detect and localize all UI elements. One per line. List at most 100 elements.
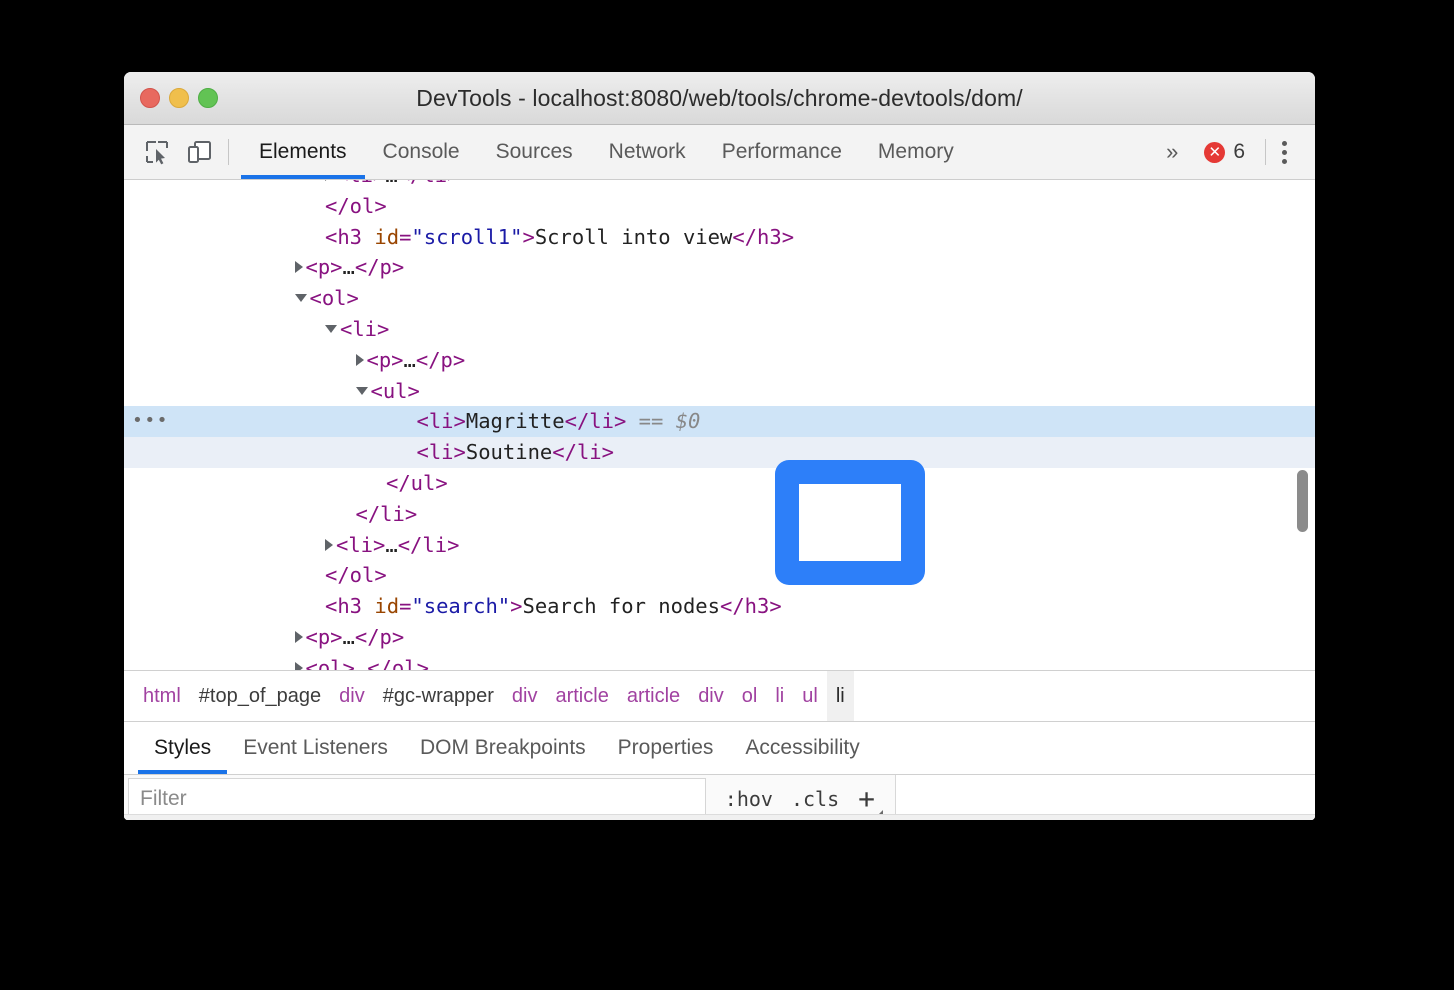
- breadcrumb-item-label: article: [555, 685, 608, 708]
- dom-tree-row[interactable]: </li>: [124, 499, 1315, 530]
- tab-accessibility-label: Accessibility: [745, 736, 859, 760]
- dom-tree-row[interactable]: •••<li>Magritte</li> == $0: [124, 406, 1315, 437]
- dom-token-tag: >: [510, 594, 522, 618]
- dom-token-val: "scroll1": [411, 225, 522, 249]
- breadcrumb-item-10[interactable]: ul: [793, 671, 827, 721]
- chevron-right-icon[interactable]: [356, 354, 364, 366]
- dom-tree-row[interactable]: <ul>: [124, 376, 1315, 407]
- screenshot-stage: DevTools - localhost:8080/web/tools/chro…: [0, 0, 1454, 990]
- breadcrumb-item-11[interactable]: li: [827, 671, 854, 721]
- breadcrumb-item-label: #gc-wrapper: [383, 685, 494, 708]
- chevron-right-icon[interactable]: [295, 631, 303, 643]
- tab-dom-breakpoints[interactable]: DOM Breakpoints: [404, 722, 602, 774]
- dom-tree-row[interactable]: <p>…</p>: [124, 622, 1315, 653]
- dom-tree-panel[interactable]: <li>…</li></ol><h3 id="scroll1">Scroll i…: [124, 180, 1315, 670]
- dom-token-txt: …: [385, 533, 397, 557]
- vertical-scrollbar[interactable]: [1297, 470, 1308, 532]
- dom-token-tag: <p>: [306, 625, 343, 649]
- breadcrumb-item-2[interactable]: div: [330, 671, 374, 721]
- tab-sources[interactable]: Sources: [478, 125, 591, 179]
- hov-toggle[interactable]: :hov: [716, 787, 782, 811]
- inspect-element-icon[interactable]: [136, 131, 178, 173]
- dom-tree-row[interactable]: <li>Soutine</li>: [124, 437, 1315, 468]
- dom-tree-row[interactable]: <p>…</p>: [124, 252, 1315, 283]
- dom-token-tag: =: [399, 225, 411, 249]
- dom-token-txt: …: [404, 348, 416, 372]
- tab-console[interactable]: Console: [365, 125, 478, 179]
- devtools-toolbar: Elements Console Sources Network Perform…: [124, 125, 1315, 180]
- tab-dom-breakpoints-label: DOM Breakpoints: [420, 736, 586, 760]
- devtools-window: DevTools - localhost:8080/web/tools/chro…: [124, 72, 1315, 820]
- dom-tree-row[interactable]: <ol>…</ol>: [124, 653, 1315, 670]
- breadcrumb-item-label: #top_of_page: [199, 685, 321, 708]
- kebab-menu-icon[interactable]: [1272, 141, 1301, 164]
- dom-token-txt: …: [385, 180, 397, 187]
- dom-tree-row[interactable]: <h3 id="scroll1">Scroll into view</h3>: [124, 222, 1315, 253]
- chevron-down-icon[interactable]: [356, 387, 368, 395]
- chevron-right-icon[interactable]: [295, 261, 303, 273]
- dom-token-val: "search": [411, 594, 510, 618]
- tab-network[interactable]: Network: [591, 125, 704, 179]
- dom-tree-row[interactable]: <li>: [124, 314, 1315, 345]
- breadcrumb-item-5[interactable]: article: [546, 671, 617, 721]
- breadcrumb-item-7[interactable]: div: [689, 671, 733, 721]
- minimize-button[interactable]: [169, 88, 189, 108]
- dom-token-txt: Search for nodes: [523, 594, 720, 618]
- chevron-right-icon[interactable]: [325, 539, 333, 551]
- chevron-down-icon[interactable]: [325, 325, 337, 333]
- tab-elements[interactable]: Elements: [241, 125, 365, 179]
- breadcrumb-item-label: ul: [802, 685, 818, 708]
- device-toolbar-icon[interactable]: [178, 131, 220, 173]
- tab-styles-label: Styles: [154, 736, 211, 760]
- dom-token-tag: <ul>: [371, 379, 420, 403]
- cls-toggle[interactable]: .cls: [782, 787, 848, 811]
- dom-token-txt: …: [343, 255, 355, 279]
- dom-token-attr: id: [374, 594, 399, 618]
- breadcrumb-item-6[interactable]: article: [618, 671, 689, 721]
- dom-token-tag: >: [523, 225, 535, 249]
- tab-properties-label: Properties: [618, 736, 714, 760]
- breadcrumb-item-label: div: [698, 685, 724, 708]
- dom-tree-row[interactable]: </ol>: [124, 560, 1315, 591]
- dom-tree-row[interactable]: <p>…</p>: [124, 345, 1315, 376]
- dom-tree-row[interactable]: <li>…</li>: [124, 530, 1315, 561]
- tab-memory[interactable]: Memory: [860, 125, 972, 179]
- close-button[interactable]: [140, 88, 160, 108]
- chevron-right-icon[interactable]: [295, 662, 303, 670]
- toolbar-right-divider: [1265, 139, 1266, 165]
- tab-properties[interactable]: Properties: [602, 722, 730, 774]
- window-traffic-lights: [140, 88, 218, 108]
- tab-performance-label: Performance: [722, 140, 842, 164]
- dom-tree-row[interactable]: </ul>: [124, 468, 1315, 499]
- breadcrumb-item-1[interactable]: #top_of_page: [190, 671, 330, 721]
- tab-event-listeners[interactable]: Event Listeners: [227, 722, 404, 774]
- toolbar-right-group: » ✕ 6: [1152, 139, 1315, 165]
- breadcrumb-item-4[interactable]: div: [503, 671, 547, 721]
- error-counter[interactable]: ✕ 6: [1192, 140, 1257, 164]
- chevron-right-icon[interactable]: [325, 180, 333, 181]
- breadcrumb-item-0[interactable]: html: [134, 671, 190, 721]
- zoom-button[interactable]: [198, 88, 218, 108]
- sidebar-tabs: Styles Event Listeners DOM Breakpoints P…: [124, 722, 1315, 775]
- tab-styles[interactable]: Styles: [138, 722, 227, 774]
- dom-token-txt: …: [343, 625, 355, 649]
- breadcrumb-item-9[interactable]: li: [766, 671, 793, 721]
- chevron-down-icon[interactable]: [295, 294, 307, 302]
- breadcrumb-item-3[interactable]: #gc-wrapper: [374, 671, 503, 721]
- plus-icon[interactable]: +: [848, 785, 889, 813]
- tab-performance[interactable]: Performance: [704, 125, 860, 179]
- dom-token-tag: <p>: [367, 348, 404, 372]
- dom-token-tag: <ol>: [306, 656, 355, 670]
- dom-token-txt: Magritte: [466, 409, 565, 433]
- dom-token-tag: </ol>: [325, 194, 387, 218]
- breadcrumb-item-8[interactable]: ol: [733, 671, 767, 721]
- dom-token-tag: <h3: [325, 225, 374, 249]
- dom-tree-row[interactable]: <li>…</li>: [124, 180, 1315, 191]
- dom-tree-row[interactable]: <ol>: [124, 283, 1315, 314]
- dom-tree-row[interactable]: <h3 id="search">Search for nodes</h3>: [124, 591, 1315, 622]
- more-tabs-icon[interactable]: »: [1152, 139, 1192, 165]
- toolbar-divider: [228, 139, 229, 165]
- dom-token-tag: </li>: [398, 180, 460, 187]
- dom-tree-row[interactable]: </ol>: [124, 191, 1315, 222]
- tab-accessibility[interactable]: Accessibility: [729, 722, 875, 774]
